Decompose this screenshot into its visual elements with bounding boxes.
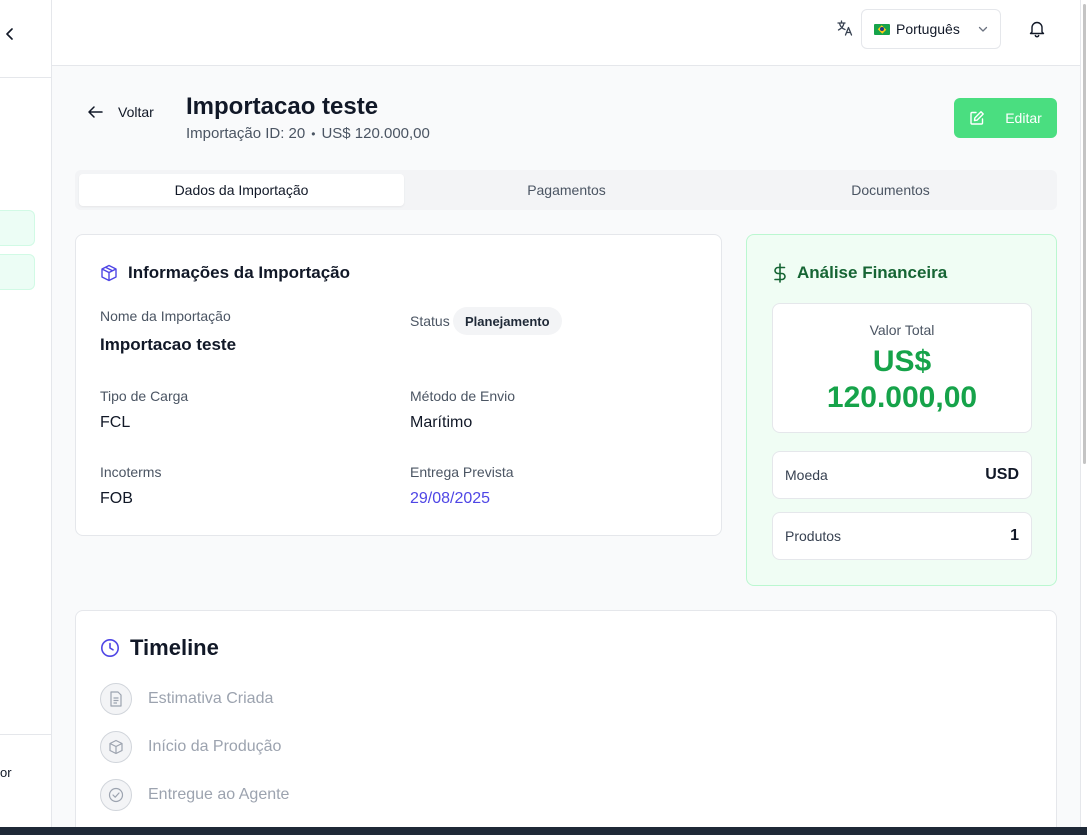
- sidebar-footer-divider: [0, 734, 52, 735]
- edit-button-label: Editar: [1005, 110, 1042, 126]
- tab-pagamentos[interactable]: Pagamentos: [404, 174, 729, 206]
- tabs: Dados da Importação Pagamentos Documento…: [75, 170, 1057, 210]
- sidebar: or: [0, 0, 52, 827]
- currency-label: Moeda: [785, 467, 828, 483]
- back-button[interactable]: Voltar: [86, 104, 154, 120]
- tab-dados-importacao[interactable]: Dados da Importação: [79, 174, 404, 206]
- timeline-item: Estimativa Criada: [100, 683, 273, 715]
- total-value-label: Valor Total: [869, 322, 935, 338]
- language-select[interactable]: Português: [861, 9, 1001, 49]
- timeline-item-label: Início da Produção: [148, 738, 282, 755]
- sidebar-item-subactive[interactable]: [0, 254, 35, 290]
- timeline-item: Entregue ao Agente: [100, 779, 289, 811]
- edit-button[interactable]: Editar: [954, 98, 1057, 138]
- import-info-title: Informações da Importação: [100, 263, 350, 283]
- currency-row: Moeda USD: [772, 451, 1032, 499]
- chevron-left-icon: [6, 28, 13, 40]
- cargo-type-label: Tipo de Carga: [100, 388, 189, 404]
- translate-icon[interactable]: [836, 19, 854, 37]
- incoterms-label: Incoterms: [100, 464, 162, 480]
- back-button-label: Voltar: [118, 104, 154, 120]
- brazil-flag-icon: [874, 23, 890, 35]
- sidebar-collapse-button[interactable]: [0, 22, 20, 46]
- currency-value: USD: [985, 466, 1019, 483]
- import-total-value: US$ 120.000,00: [321, 125, 430, 142]
- status-badge: Planejamento: [453, 307, 562, 335]
- sidebar-divider: [0, 77, 52, 78]
- page-subtitle: Importação ID: 20 • US$ 120.000,00: [186, 125, 430, 142]
- financial-analysis-card: Análise Financeira Valor Total US$ 120.0…: [746, 234, 1057, 586]
- box-icon: [100, 731, 132, 763]
- language-select-value: Português: [896, 21, 960, 37]
- name-value: Importacao teste: [100, 335, 237, 354]
- subtitle-separator: •: [311, 126, 316, 141]
- timeline-card: Timeline Estimativa Criada Início da Pro…: [75, 610, 1057, 835]
- financial-analysis-title: Análise Financeira: [773, 263, 947, 283]
- window-bottom-edge: [0, 827, 1087, 835]
- incoterms-value: FOB: [100, 490, 133, 507]
- financial-analysis-title-text: Análise Financeira: [797, 263, 948, 282]
- total-value-currency: US$: [872, 345, 932, 378]
- products-row: Produtos 1: [772, 512, 1032, 560]
- import-info-card: Informações da Importação: [75, 234, 722, 536]
- total-value-amount: 120.000,00: [826, 381, 978, 414]
- arrow-left-icon: [88, 106, 103, 118]
- document-icon: [100, 683, 132, 715]
- package-icon: [101, 264, 117, 282]
- shipping-method-label: Método de Envio: [410, 388, 516, 404]
- scrollbar-thumb[interactable]: [1083, 4, 1086, 464]
- shipping-method-value: Marítimo: [410, 414, 473, 431]
- status-label: Status: [410, 313, 450, 329]
- timeline-title-text: Timeline: [130, 635, 219, 660]
- delivery-date-value: 29/08/2025: [410, 490, 491, 507]
- timeline-item-label: Entregue ao Agente: [148, 786, 290, 803]
- check-circle-icon: [100, 779, 132, 811]
- import-info-title-text: Informações da Importação: [128, 263, 351, 282]
- name-label: Nome da Importação: [100, 308, 231, 324]
- page-scrollbar[interactable]: [1080, 0, 1087, 827]
- tab-documentos[interactable]: Documentos: [728, 174, 1053, 206]
- import-id: Importação ID: 20: [186, 125, 306, 142]
- bell-icon[interactable]: [1029, 20, 1045, 38]
- timeline-item-label: Estimativa Criada: [148, 690, 274, 707]
- chevron-down-icon: [978, 26, 988, 32]
- cargo-type-value: FCL: [100, 414, 131, 431]
- timeline-item: Início da Produção: [100, 731, 281, 763]
- clock-icon: [101, 639, 119, 657]
- edit-icon: [970, 111, 985, 125]
- page-title: Importacao teste: [186, 93, 379, 120]
- delivery-date-label: Entrega Prevista: [410, 464, 514, 480]
- sidebar-user-label[interactable]: or: [0, 765, 12, 780]
- total-value-box: Valor Total US$ 120.000,00: [772, 303, 1032, 433]
- products-label: Produtos: [785, 528, 842, 544]
- sidebar-item-active[interactable]: [0, 210, 35, 246]
- timeline-title: Timeline: [100, 635, 219, 661]
- dollar-icon: [774, 263, 786, 283]
- products-value: 1: [1010, 527, 1019, 544]
